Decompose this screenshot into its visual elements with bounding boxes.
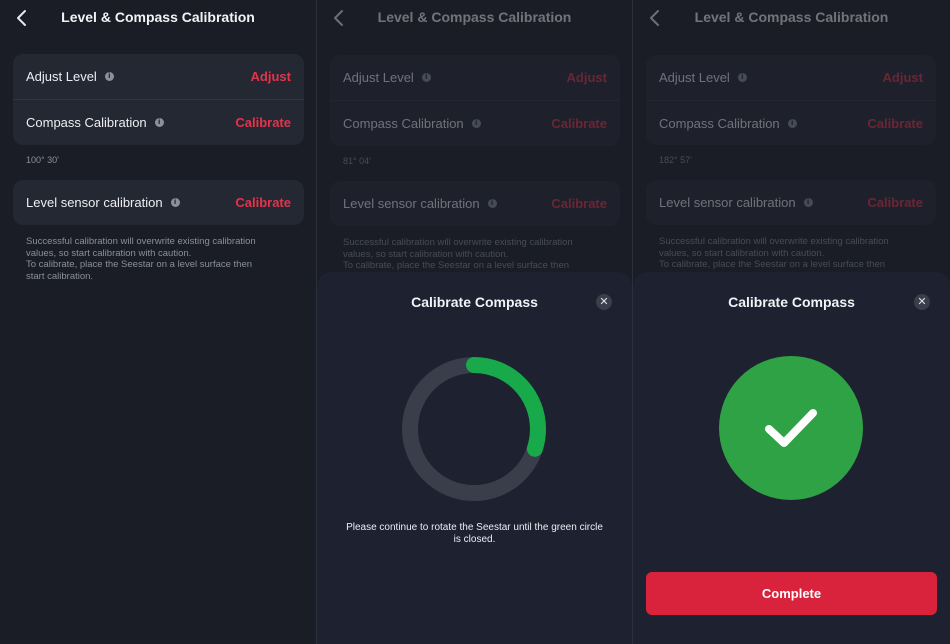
dialog-title: Calibrate Compass <box>411 294 538 310</box>
info-icon[interactable]: i <box>421 73 431 82</box>
calibration-note: Successful calibration will overwrite ex… <box>343 237 573 271</box>
page-title: Level & Compass Calibration <box>694 9 889 25</box>
calibrate-level-sensor-button[interactable]: Calibrate <box>867 195 923 210</box>
level-sensor-card: Level sensor calibration i Calibrate <box>330 181 620 226</box>
info-icon[interactable]: i <box>471 119 481 128</box>
close-icon[interactable]: ✕ <box>596 294 612 310</box>
header: Level & Compass Calibration <box>633 0 950 36</box>
row-compass-calibration: Compass Calibration i Calibrate <box>13 99 304 144</box>
dimmed-background: Level & Compass Calibration Adjust Level… <box>633 0 950 270</box>
calibrate-level-sensor-button[interactable]: Calibrate <box>551 196 607 211</box>
level-sensor-card: Level sensor calibration i Calibrate <box>646 180 936 225</box>
calibrate-level-sensor-button[interactable]: Calibrate <box>235 195 291 210</box>
row-adjust-level: Adjust Level i Adjust <box>646 55 936 100</box>
calibration-card: Adjust Level i Adjust Compass Calibration… <box>330 55 620 146</box>
calibration-note: Successful calibration will overwrite ex… <box>26 236 256 282</box>
calibration-note: Successful calibration will overwrite ex… <box>659 236 889 270</box>
compass-heading-value: 182° 57' <box>659 155 692 165</box>
adjust-button[interactable]: Adjust <box>567 70 607 85</box>
rotate-instruction: Please continue to rotate the Seestar un… <box>346 522 603 545</box>
row-adjust-level: Adjust Level i Adjust <box>330 55 620 100</box>
adjust-level-label: Adjust Level <box>343 70 414 85</box>
header: Level & Compass Calibration <box>0 0 316 36</box>
complete-button[interactable]: Complete <box>646 572 937 615</box>
compass-heading-value: 100° 30' <box>26 155 59 165</box>
compass-heading-value: 81° 04' <box>343 156 371 166</box>
progress-ring <box>402 357 546 501</box>
adjust-button[interactable]: Adjust <box>883 70 923 85</box>
info-icon[interactable]: i <box>737 73 747 82</box>
adjust-button[interactable]: Adjust <box>251 69 291 84</box>
page-title: Level & Compass Calibration <box>61 9 255 25</box>
info-icon[interactable]: i <box>104 72 114 81</box>
screen-calibration-complete: Level & Compass Calibration Adjust Level… <box>633 0 950 644</box>
dimmed-background: Level & Compass Calibration Adjust Level… <box>317 0 632 271</box>
row-compass-calibration: Compass Calibration i Calibrate <box>646 100 936 145</box>
info-icon[interactable]: i <box>803 198 813 207</box>
level-sensor-label: Level sensor calibration <box>26 195 163 210</box>
row-level-sensor: Level sensor calibration i Calibrate <box>646 180 936 225</box>
calibrate-compass-dialog: Calibrate Compass ✕ Please continue to r… <box>317 272 632 644</box>
header: Level & Compass Calibration <box>317 0 632 36</box>
calibrate-compass-button[interactable]: Calibrate <box>551 116 607 131</box>
level-sensor-label: Level sensor calibration <box>343 196 480 211</box>
calibration-card: Adjust Level i Adjust Compass Calibration… <box>13 54 304 145</box>
compass-calibration-label: Compass Calibration <box>26 115 147 130</box>
row-adjust-level: Adjust Level i Adjust <box>13 54 304 99</box>
screen-calibration-settings: Level & Compass Calibration Adjust Level… <box>0 0 316 644</box>
row-level-sensor: Level sensor calibration i Calibrate <box>13 180 304 225</box>
calibrate-compass-dialog: Calibrate Compass ✕ Complete <box>633 272 950 644</box>
adjust-level-label: Adjust Level <box>26 69 97 84</box>
calibrate-compass-button[interactable]: Calibrate <box>867 116 923 131</box>
adjust-level-label: Adjust Level <box>659 70 730 85</box>
compass-calibration-label: Compass Calibration <box>343 116 464 131</box>
checkmark-icon <box>765 409 817 447</box>
level-sensor-label: Level sensor calibration <box>659 195 796 210</box>
info-icon[interactable]: i <box>154 118 164 127</box>
info-icon[interactable]: i <box>787 119 797 128</box>
row-level-sensor: Level sensor calibration i Calibrate <box>330 181 620 226</box>
level-sensor-card: Level sensor calibration i Calibrate <box>13 180 304 225</box>
screen-calibrating: Level & Compass Calibration Adjust Level… <box>317 0 632 644</box>
info-icon[interactable]: i <box>170 198 180 207</box>
row-compass-calibration: Compass Calibration i Calibrate <box>330 100 620 145</box>
info-icon[interactable]: i <box>487 199 497 208</box>
dialog-title: Calibrate Compass <box>728 294 855 310</box>
compass-calibration-label: Compass Calibration <box>659 116 780 131</box>
close-icon[interactable]: ✕ <box>914 294 930 310</box>
page-title: Level & Compass Calibration <box>377 9 572 25</box>
calibration-card: Adjust Level i Adjust Compass Calibration… <box>646 55 936 145</box>
success-badge <box>719 356 863 500</box>
calibrate-compass-button[interactable]: Calibrate <box>235 115 291 130</box>
